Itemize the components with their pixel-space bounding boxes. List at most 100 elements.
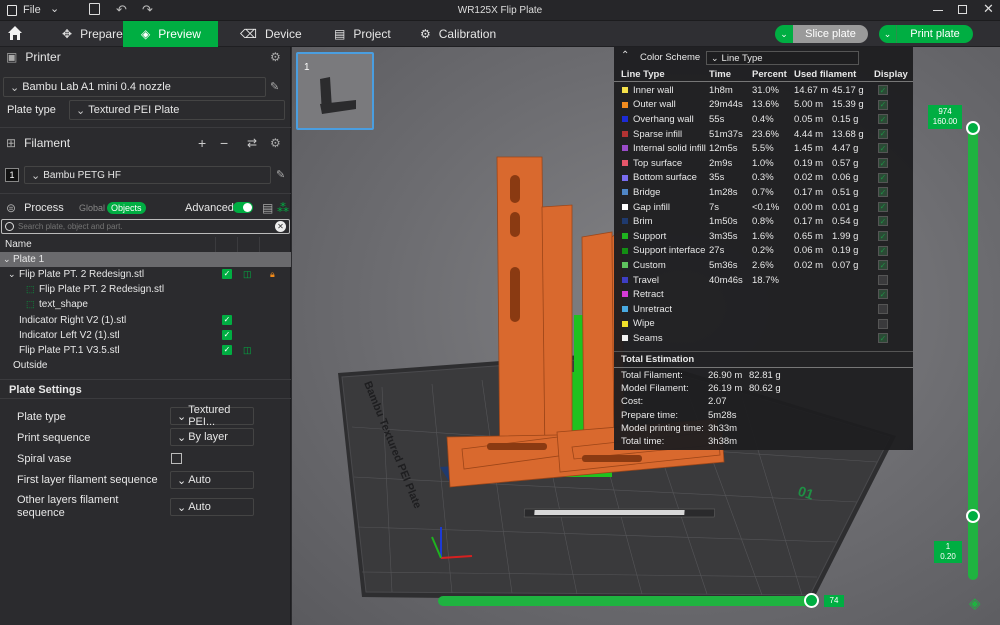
tree-object-row[interactable]: Indicator Left V2 (1).stl ✓: [0, 328, 291, 343]
legend-row[interactable]: Support 3m35s 1.6% 0.65 m 1.99 g ✓: [614, 229, 913, 244]
name-column-header[interactable]: Name: [5, 239, 32, 250]
legend-row[interactable]: Bottom surface 35s 0.3% 0.02 m 0.06 g ✓: [614, 171, 913, 186]
legend-row[interactable]: Outer wall 29m44s 13.6% 5.00 m 15.39 g ✓: [614, 98, 913, 113]
tree-plate-row[interactable]: ⌄ Plate 1: [0, 252, 291, 267]
display-checkbox[interactable]: ✓: [878, 201, 888, 212]
legend-row[interactable]: Bridge 1m28s 0.7% 0.17 m 0.51 g ✓: [614, 185, 913, 200]
display-checkbox[interactable]: ✓: [878, 260, 888, 271]
total-label: Prepare time:: [621, 409, 679, 421]
setting-other-layers-seq-select[interactable]: ⌄ Auto: [170, 498, 254, 516]
plate-type-select[interactable]: ⌄ Textured PEI Plate: [69, 100, 285, 120]
tree-part-row[interactable]: ⬚ Flip Plate PT. 2 Redesign.stl: [0, 282, 291, 297]
object-visible-checkbox[interactable]: ✓: [222, 345, 232, 355]
display-checkbox[interactable]: ✓: [878, 158, 888, 168]
legend-row[interactable]: Wipe: [614, 317, 913, 332]
display-checkbox[interactable]: ✓: [878, 245, 888, 256]
move-slider-horizontal[interactable]: [438, 596, 814, 606]
filament-select[interactable]: ⌄ Bambu PETG HF: [24, 166, 271, 184]
tab-preview[interactable]: ◈ Preview: [123, 21, 218, 47]
tab-prepare[interactable]: ✥ Prepare: [44, 21, 123, 47]
filament-edit-icon[interactable]: ✎: [276, 168, 285, 181]
plate-thumbnail[interactable]: 1: [296, 52, 374, 130]
clear-search-icon[interactable]: ✕: [275, 221, 286, 232]
printer-settings-icon[interactable]: ⚙: [270, 50, 281, 64]
layers-icon[interactable]: ◈: [969, 594, 981, 612]
filament-sync-icon[interactable]: ⇄: [247, 136, 257, 150]
move-slider-handle[interactable]: [804, 593, 819, 608]
color-scheme-select[interactable]: ⌄ Line Type: [706, 51, 859, 65]
filament-settings-icon[interactable]: ⚙: [270, 136, 281, 150]
tab-device[interactable]: ⌫ Device: [222, 21, 320, 47]
search-input[interactable]: [18, 222, 268, 231]
legend-row[interactable]: Brim 1m50s 0.8% 0.17 m 0.54 g ✓: [614, 214, 913, 229]
display-checkbox[interactable]: [878, 304, 888, 314]
setting-plate-type-select[interactable]: ⌄ Textured PEI...: [170, 404, 254, 428]
total-label: Model Filament:: [621, 383, 689, 395]
display-checkbox[interactable]: ✓: [878, 231, 888, 241]
tab-calibration[interactable]: ⚙ Calibration: [402, 21, 514, 47]
display-checkbox[interactable]: ✓: [878, 172, 888, 183]
slice-plate-button[interactable]: ⌄ Slice plate: [775, 25, 868, 43]
object-lock-icon[interactable]: 🔒︎: [270, 269, 275, 280]
legend-row[interactable]: Seams ✓: [614, 331, 913, 346]
object-visible-checkbox[interactable]: ✓: [222, 269, 232, 279]
process-list-icon[interactable]: ▤: [262, 201, 273, 215]
display-checkbox[interactable]: ✓: [878, 333, 888, 344]
object-plate-icon[interactable]: ◫: [243, 345, 252, 356]
plate-expand-icon[interactable]: ⌄: [3, 254, 11, 265]
tree-part-row[interactable]: ⬚ text_shape: [0, 297, 291, 312]
process-objects-toggle[interactable]: Objects: [107, 202, 146, 214]
legend-row[interactable]: Sparse infill 51m37s 23.6% 4.44 m 13.68 g ✓: [614, 127, 913, 142]
home-icon[interactable]: [7, 25, 23, 41]
collapse-legend-icon[interactable]: ⌃: [621, 50, 629, 61]
legend-row[interactable]: Inner wall 1h8m 31.0% 14.67 m 45.17 g ✓: [614, 83, 913, 98]
display-checkbox[interactable]: ✓: [878, 85, 888, 95]
restore-icon[interactable]: [958, 5, 967, 14]
legend-row[interactable]: Top surface 2m9s 1.0% 0.19 m 0.57 g ✓: [614, 156, 913, 171]
search-bar[interactable]: ✕: [1, 219, 290, 234]
display-checkbox[interactable]: ✓: [878, 114, 888, 125]
legend-row[interactable]: Internal solid infill 12m5s 5.5% 1.45 m 4.47…: [614, 141, 913, 156]
tree-object-row[interactable]: ⌄ Flip Plate PT. 2 Redesign.stl ✓ ◫ 🔒︎: [0, 267, 291, 282]
close-window-icon[interactable]: ✕: [983, 1, 994, 17]
tab-project[interactable]: ▤ Project: [316, 21, 409, 47]
printer-select[interactable]: ⌄ Bambu Lab A1 mini 0.4 nozzle: [3, 77, 266, 97]
legend-row[interactable]: Retract ✓: [614, 287, 913, 302]
print-dropdown-icon[interactable]: ⌄: [879, 25, 897, 43]
legend-row[interactable]: Custom 5m36s 2.6% 0.02 m 0.07 g ✓: [614, 258, 913, 273]
legend-row[interactable]: Unretract: [614, 302, 913, 317]
display-checkbox[interactable]: ✓: [878, 187, 888, 198]
add-filament-icon[interactable]: +: [198, 135, 206, 151]
object-visible-checkbox[interactable]: ✓: [222, 330, 232, 340]
tree-object-row[interactable]: Indicator Right V2 (1).stl ✓: [0, 313, 291, 328]
display-checkbox[interactable]: ✓: [878, 128, 888, 139]
legend-row[interactable]: Gap infill 7s <0.1% 0.00 m 0.01 g ✓: [614, 200, 913, 215]
advanced-toggle[interactable]: [233, 202, 253, 213]
object-expand-icon[interactable]: ⌄: [8, 269, 16, 280]
spiral-vase-checkbox[interactable]: [171, 453, 182, 464]
minimize-icon[interactable]: [933, 10, 943, 11]
display-checkbox[interactable]: ✓: [878, 99, 888, 110]
printer-edit-icon[interactable]: ✎: [270, 80, 279, 93]
display-checkbox[interactable]: [878, 274, 888, 285]
legend-row[interactable]: Support interface 27s 0.2% 0.06 m 0.19 g ✓: [614, 244, 913, 259]
legend-row[interactable]: Travel 40m46s 18.7%: [614, 273, 913, 288]
display-checkbox[interactable]: ✓: [878, 216, 888, 227]
layer-slider-top-handle[interactable]: [966, 121, 980, 135]
layer-slider-bottom-handle[interactable]: [966, 509, 980, 523]
object-plate-icon[interactable]: ◫: [243, 269, 252, 280]
object-visible-checkbox[interactable]: ✓: [222, 315, 232, 325]
tree-outside-row[interactable]: Outside: [0, 358, 291, 373]
display-checkbox[interactable]: ✓: [878, 143, 888, 154]
display-checkbox[interactable]: [878, 318, 888, 329]
print-plate-button[interactable]: ⌄ Print plate: [879, 25, 973, 43]
remove-filament-icon[interactable]: −: [220, 135, 228, 151]
legend-row[interactable]: Overhang wall 55s 0.4% 0.05 m 0.15 g ✓: [614, 112, 913, 127]
process-global-toggle[interactable]: Global: [79, 203, 105, 213]
slice-dropdown-icon[interactable]: ⌄: [775, 25, 793, 43]
display-checkbox[interactable]: ✓: [878, 289, 888, 300]
setting-first-layer-seq-select[interactable]: ⌄ Auto: [170, 471, 254, 489]
setting-print-sequence-select[interactable]: ⌄ By layer: [170, 428, 254, 446]
tree-object-row[interactable]: Flip Plate PT.1 V3.5.stl ✓ ◫: [0, 343, 291, 358]
process-compare-icon[interactable]: ⁂: [277, 201, 289, 215]
